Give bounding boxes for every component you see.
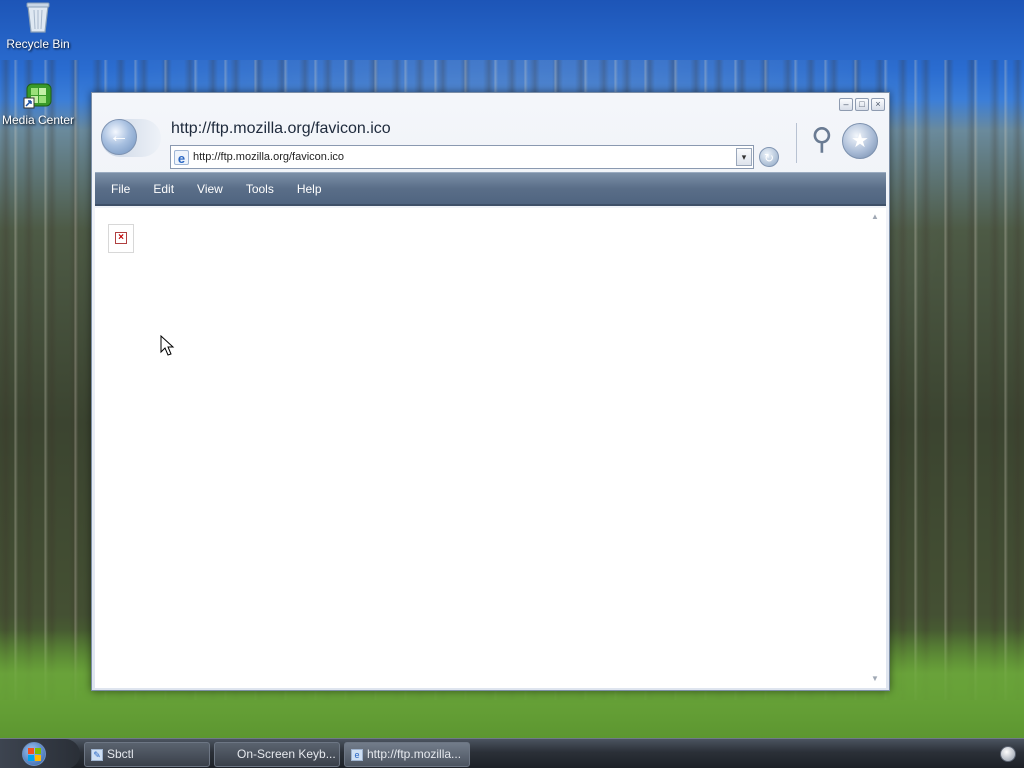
taskbar-button-label: Sbctl — [107, 747, 134, 761]
favorites-star-icon[interactable]: ★ — [842, 123, 878, 159]
menu-file[interactable]: File — [111, 182, 130, 196]
menu-bar: File Edit View Tools Help — [95, 172, 886, 206]
desktop-icon-label: Recycle Bin — [6, 37, 70, 51]
ie-page-icon: e — [174, 150, 189, 166]
taskbar-button-browser[interactable]: e http://ftp.mozilla... — [344, 742, 470, 767]
page-content[interactable]: × ▲ ▼ — [95, 208, 886, 688]
windows-logo-icon — [22, 742, 46, 766]
taskbar-button-label: http://ftp.mozilla... — [367, 747, 462, 761]
media-center-icon — [23, 83, 52, 109]
page-title: http://ftp.mozilla.org/favicon.ico — [171, 120, 391, 137]
scroll-down-arrow[interactable]: ▼ — [870, 674, 880, 684]
desktop-icon-recycle-bin[interactable]: Recycle Bin — [0, 0, 76, 51]
address-bar[interactable]: e http://ftp.mozilla.org/favicon.ico ▾ — [170, 145, 754, 169]
minimize-button[interactable]: – — [839, 98, 853, 111]
desktop-icon-media-center[interactable]: Media Center — [0, 82, 76, 127]
broken-image-placeholder: × — [108, 224, 134, 253]
taskbar-button-onscreen-keyboard[interactable]: On-Screen Keyb... — [214, 742, 340, 767]
menu-view[interactable]: View — [197, 182, 223, 196]
menu-edit[interactable]: Edit — [153, 182, 174, 196]
sbctl-icon: ✎ — [91, 748, 103, 761]
browser-window: – □ × ← http://ftp.mozilla.org/favicon.i… — [91, 92, 890, 691]
scroll-up-arrow[interactable]: ▲ — [870, 212, 880, 222]
broken-image-icon: × — [115, 232, 127, 244]
window-caption-buttons: – □ × — [839, 98, 885, 111]
menu-tools[interactable]: Tools — [246, 182, 274, 196]
mouse-cursor-icon — [160, 335, 175, 356]
search-icon[interactable]: ⚲ — [806, 123, 838, 159]
ie-icon: e — [351, 748, 363, 761]
recycle-bin-icon — [26, 2, 50, 33]
refresh-go-button[interactable]: ↻ — [759, 147, 779, 167]
maximize-button[interactable]: □ — [855, 98, 869, 111]
back-arrow-icon: ← — [101, 119, 137, 155]
back-button[interactable]: ← — [101, 119, 161, 157]
desktop-icon-label: Media Center — [1, 113, 75, 127]
address-dropdown-button[interactable]: ▾ — [736, 148, 752, 166]
menu-help[interactable]: Help — [297, 182, 322, 196]
start-button[interactable] — [0, 739, 80, 768]
taskbar-button-sbctl[interactable]: ✎ Sbctl — [84, 742, 210, 767]
toolbar-separator — [796, 123, 797, 163]
system-tray-icon[interactable] — [1000, 746, 1016, 762]
close-button[interactable]: × — [871, 98, 885, 111]
address-text: http://ftp.mozilla.org/favicon.ico — [193, 151, 345, 163]
taskbar: ✎ Sbctl On-Screen Keyb... e http://ftp.moz… — [0, 738, 1024, 768]
taskbar-button-label: On-Screen Keyb... — [237, 747, 336, 761]
